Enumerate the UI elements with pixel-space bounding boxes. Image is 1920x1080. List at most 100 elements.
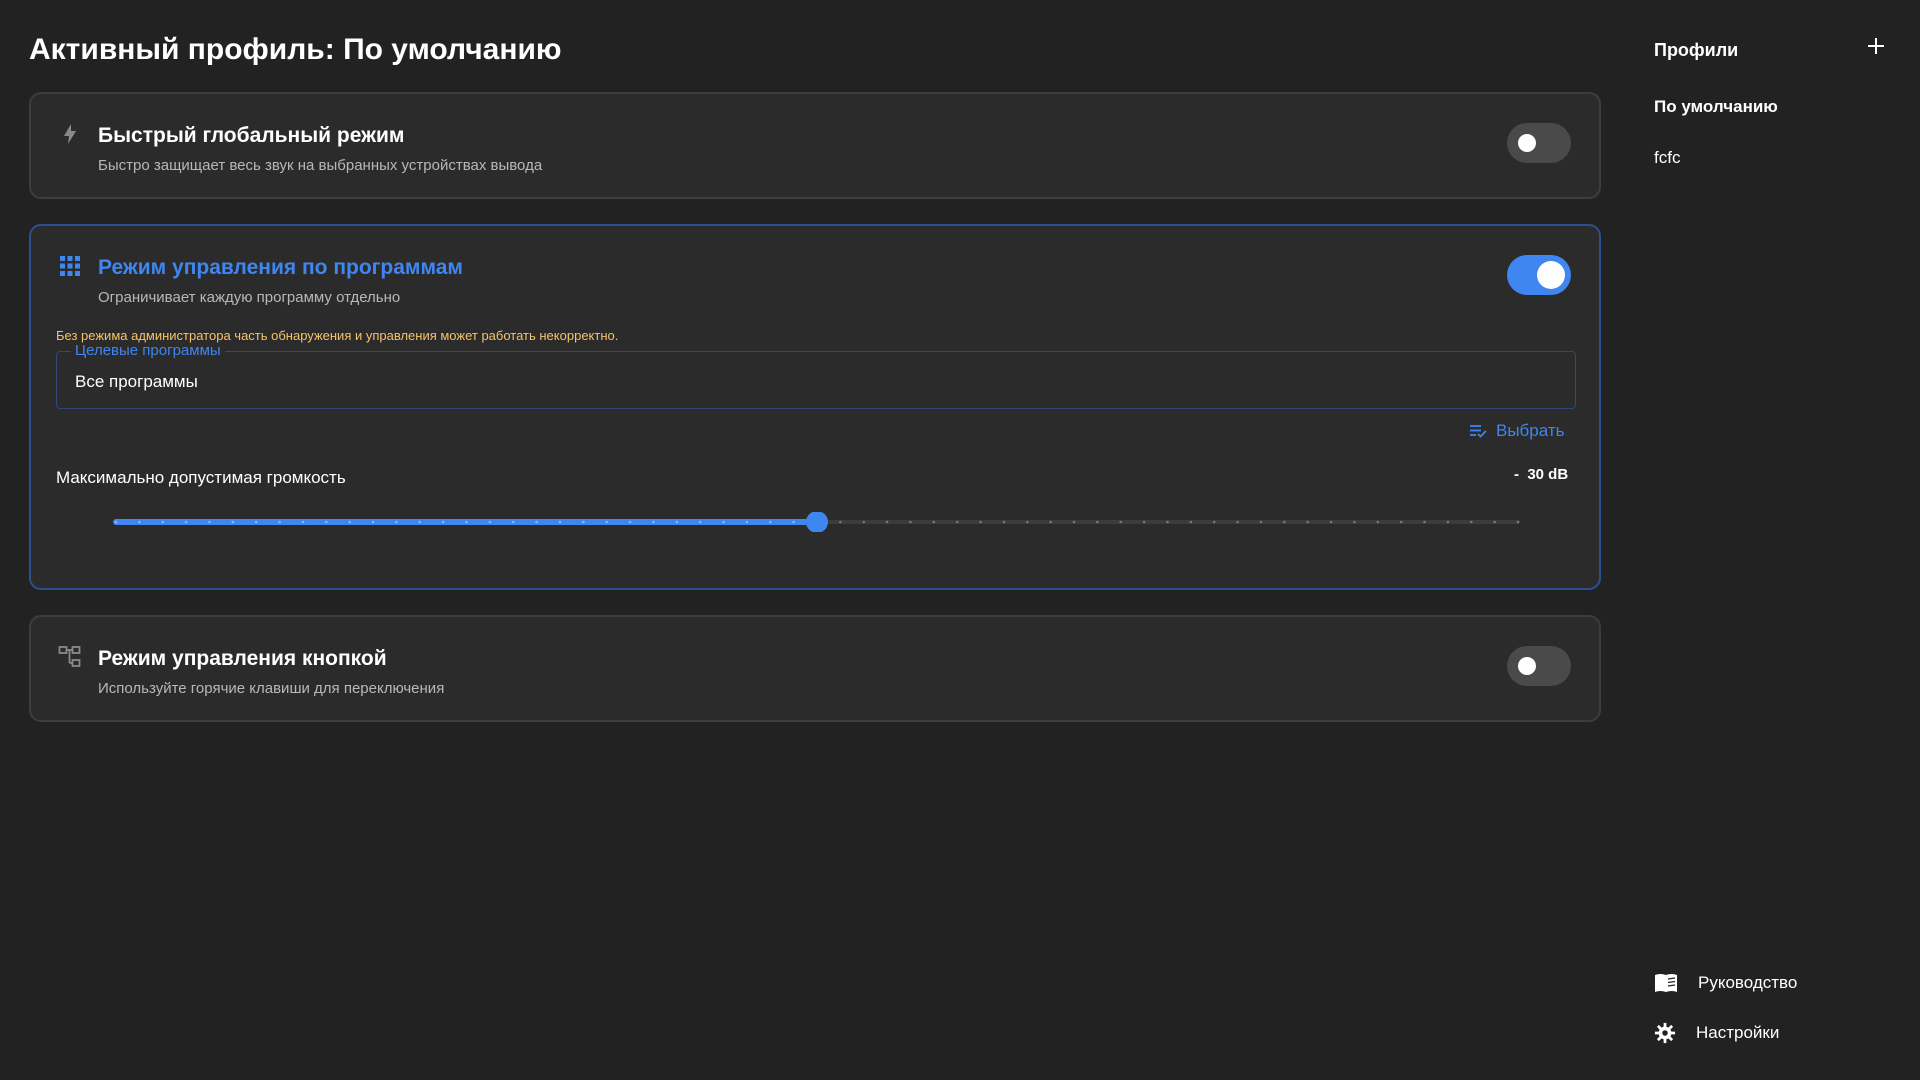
slider-tick <box>1423 520 1426 524</box>
toggle-knob <box>1537 261 1565 289</box>
slider-tick <box>862 520 866 524</box>
slider-tick <box>839 520 842 524</box>
grid-icon <box>60 256 80 276</box>
slider-tick <box>885 520 889 524</box>
slider-tick <box>1026 520 1029 524</box>
profiles-sidebar: Профили По умолчанию fcfc Руководство На… <box>1654 0 1920 1080</box>
apps-mode-toggle[interactable] <box>1507 255 1571 295</box>
profile-item-default[interactable]: По умолчанию <box>1654 97 1778 117</box>
button-mode-title: Режим управления кнопкой <box>98 647 387 670</box>
slider-tick <box>605 520 608 524</box>
profile-item-fcfc[interactable]: fcfc <box>1654 148 1680 168</box>
max-volume-value: - 30 dB <box>1514 466 1569 483</box>
guide-link[interactable]: Руководство <box>1654 972 1797 994</box>
slider-tick <box>138 520 141 524</box>
slider-tick <box>1212 520 1216 524</box>
slider-tick <box>1329 520 1333 524</box>
slider-tick <box>1469 520 1473 524</box>
apps-mode-title: Режим управления по программам <box>98 256 463 279</box>
hotkey-diagram-icon <box>58 646 81 667</box>
slider-tick <box>745 520 749 524</box>
slider-tick <box>348 520 351 524</box>
slider-tick <box>1446 520 1450 524</box>
global-mode-toggle[interactable] <box>1507 123 1571 163</box>
slider-tick <box>1353 520 1356 524</box>
slider-tick <box>1376 520 1380 524</box>
target-programs-value: Все программы <box>75 372 198 391</box>
slider-tick <box>932 520 936 524</box>
target-programs-label: Целевые программы <box>71 343 225 359</box>
slider-tick <box>441 520 445 524</box>
profiles-title: Профили <box>1654 40 1739 60</box>
slider-tick <box>208 520 211 524</box>
slider-tick <box>184 520 188 524</box>
target-programs-field[interactable]: Целевые программы Все программы <box>56 343 1576 409</box>
slider-tick <box>652 520 655 524</box>
slider-tick <box>114 520 118 524</box>
apps-mode-card: Режим управления по программам Ограничив… <box>29 224 1601 590</box>
slider-tick <box>792 520 795 524</box>
slider-tick <box>979 520 982 524</box>
slider-tick <box>231 520 235 524</box>
slider-tick <box>418 520 422 524</box>
slider-tick <box>722 520 725 524</box>
slider-tick <box>558 520 562 524</box>
global-mode-card: Быстрый глобальный режим Быстро защищает… <box>29 92 1601 199</box>
slider-tick <box>371 520 375 524</box>
slider-tick <box>1002 520 1006 524</box>
admin-warning: Без режима администратора часть обнаруже… <box>56 328 619 343</box>
slider-tick <box>675 520 679 524</box>
slider-tick <box>1189 520 1193 524</box>
settings-label: Настройки <box>1696 1023 1780 1042</box>
guide-label: Руководство <box>1698 973 1798 992</box>
toggle-knob <box>1518 134 1536 152</box>
choose-programs-button[interactable]: Выбрать <box>1469 421 1564 441</box>
slider-tick <box>1399 520 1403 524</box>
slider-tick <box>511 520 515 524</box>
slider-tick <box>1119 520 1123 524</box>
choose-programs-label: Выбрать <box>1496 421 1565 440</box>
slider-tick <box>1072 520 1076 524</box>
slider-tick <box>1259 520 1263 524</box>
slider-tick <box>582 520 585 524</box>
button-mode-toggle[interactable] <box>1507 646 1571 686</box>
plus-icon[interactable] <box>1864 34 1888 58</box>
max-volume-slider[interactable] <box>84 512 1548 532</box>
settings-link[interactable]: Настройки <box>1654 1022 1779 1044</box>
slider-tick <box>909 520 912 524</box>
slider-tick <box>1049 520 1052 524</box>
slider-tick <box>768 520 772 524</box>
slider-tick <box>698 520 702 524</box>
button-mode-subtitle: Используйте горячие клавиши для переключ… <box>98 680 445 697</box>
button-mode-card: Режим управления кнопкой Используйте гор… <box>29 615 1601 722</box>
global-mode-subtitle: Быстро защищает весь звук на выбранных у… <box>98 157 543 174</box>
apps-mode-subtitle: Ограничивает каждую программу отдельно <box>98 289 401 306</box>
slider-tick <box>1236 520 1239 524</box>
slider-tick <box>465 520 468 524</box>
slider-tick <box>325 520 328 524</box>
slider-tick <box>1516 520 1520 524</box>
book-icon <box>1655 974 1677 992</box>
slider-tick <box>628 520 632 524</box>
page-title: Активный профиль: По умолчанию <box>29 33 562 66</box>
gear-icon <box>1654 1022 1676 1044</box>
slider-tick <box>1283 520 1286 524</box>
slider-tick <box>488 520 492 524</box>
slider-tick <box>161 520 165 524</box>
slider-tick <box>278 520 281 524</box>
slider-tick <box>535 520 538 524</box>
max-volume-label: Максимально допустимая громкость <box>56 468 346 487</box>
slider-tick <box>1142 520 1146 524</box>
slider-tick <box>1166 520 1169 524</box>
slider-tick <box>1096 520 1099 524</box>
toggle-knob <box>1518 657 1536 675</box>
slider-thumb[interactable] <box>806 512 828 532</box>
global-mode-title: Быстрый глобальный режим <box>98 124 405 147</box>
slider-tick <box>395 520 398 524</box>
slider-tick <box>254 520 258 524</box>
lightning-icon <box>64 124 76 144</box>
slider-tick <box>1493 520 1496 524</box>
checklist-icon <box>1470 425 1487 438</box>
slider-tick <box>1306 520 1309 524</box>
slider-tick <box>301 520 305 524</box>
